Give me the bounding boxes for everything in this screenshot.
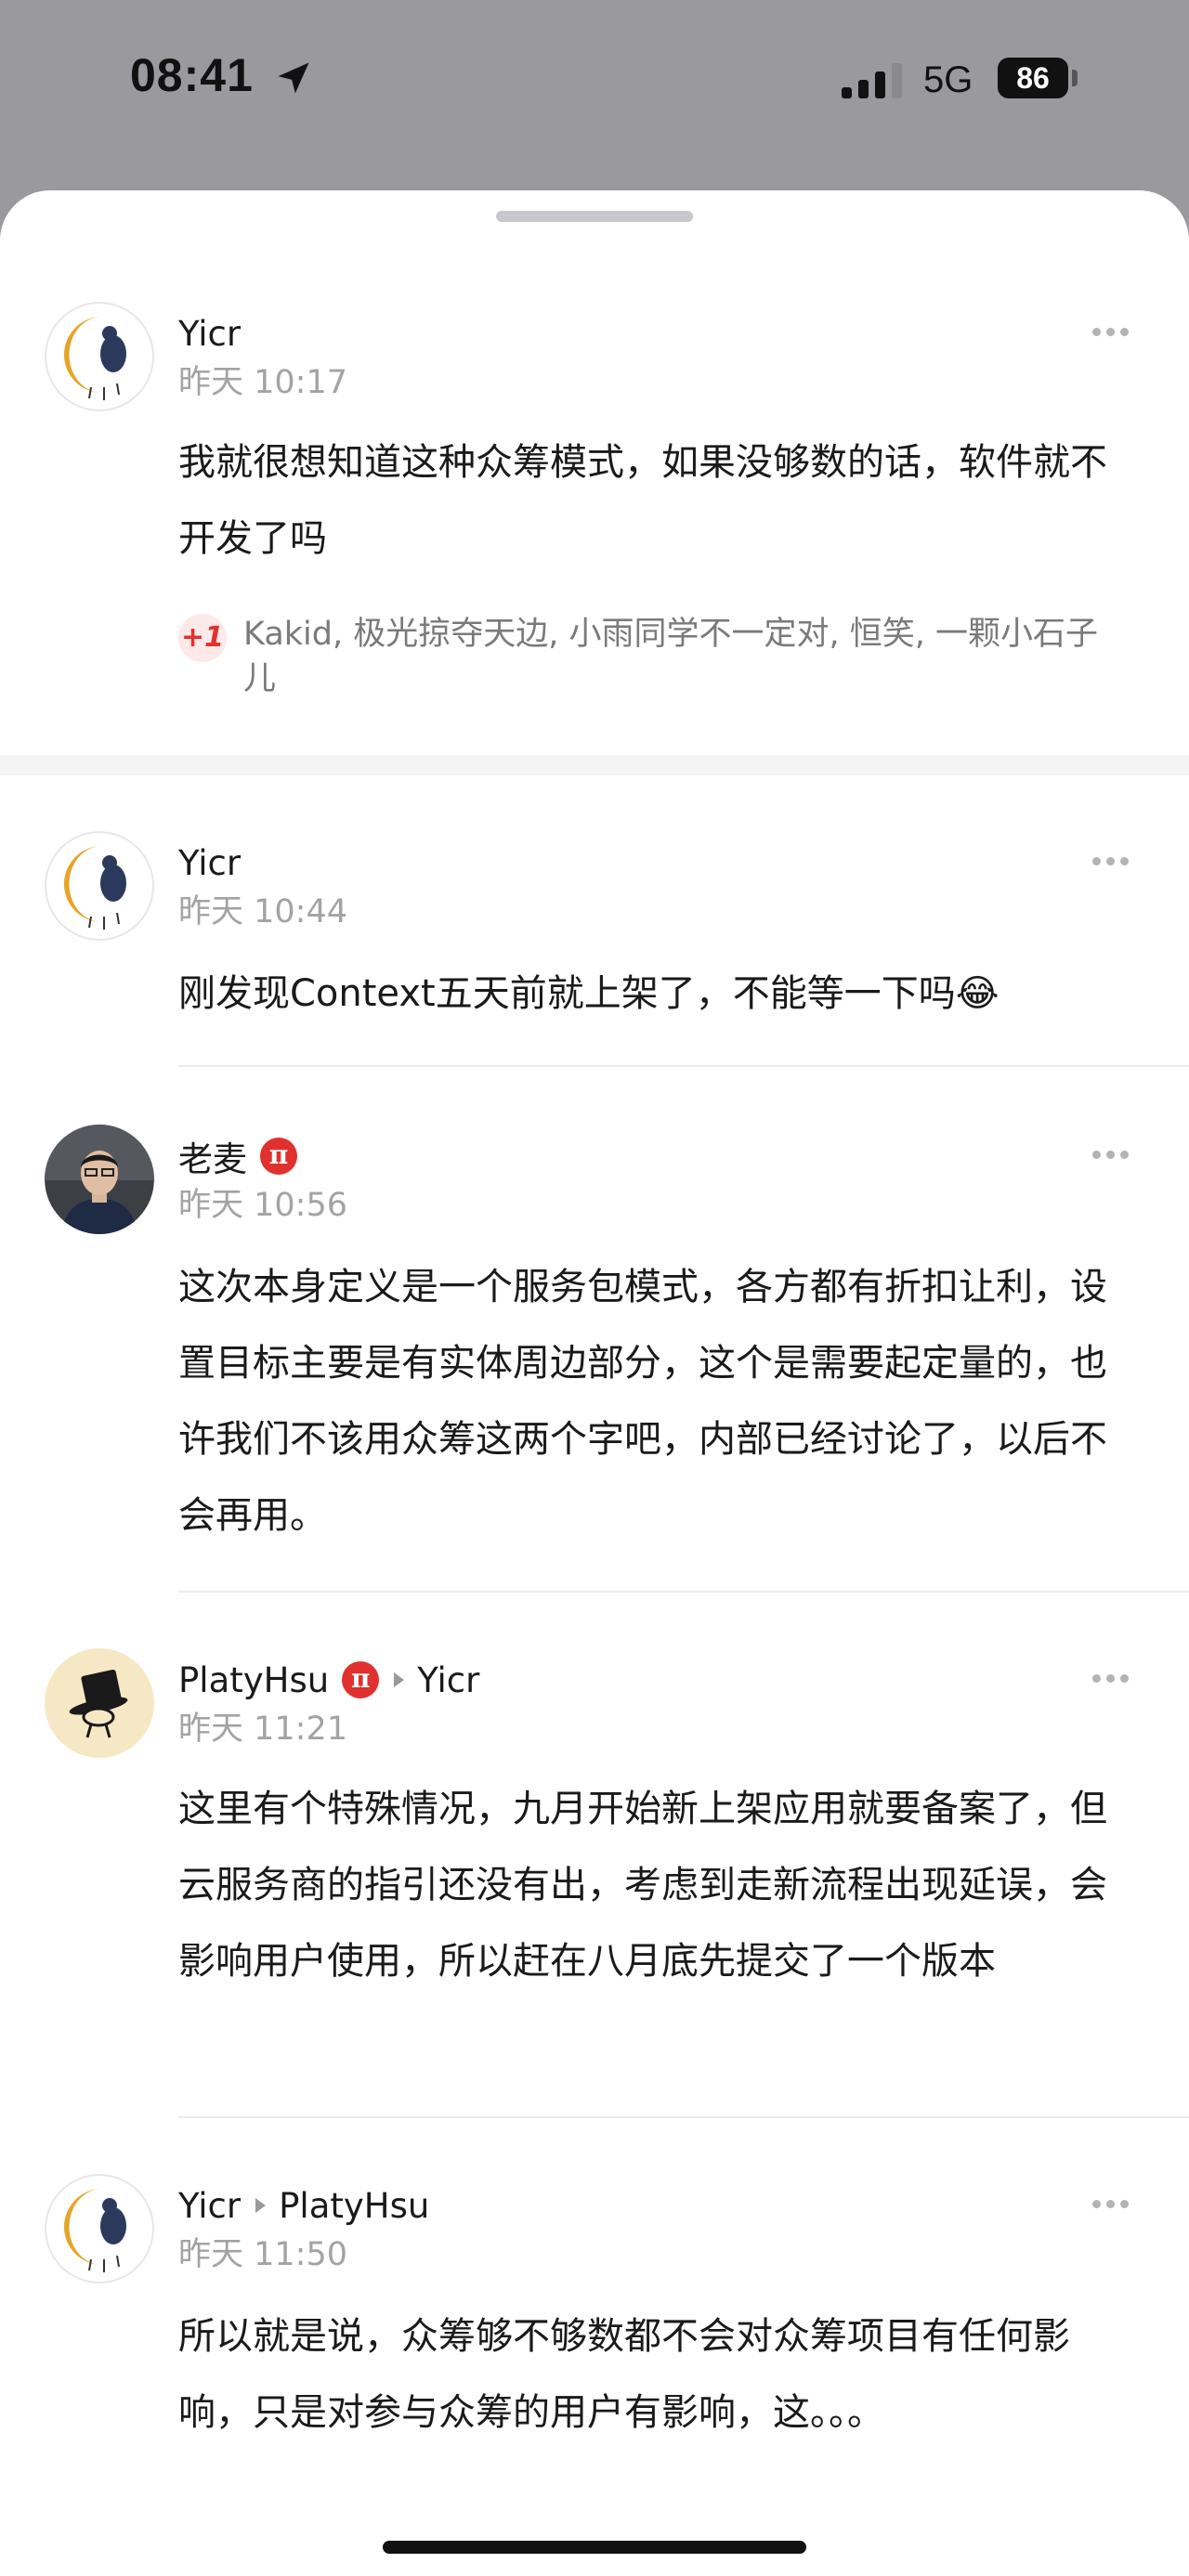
comment-text: 这次本身定义是一个服务包模式，各方都有折扣让利，设置目标主要是有实体周边部分，这… [178, 1266, 1107, 1537]
author-row: Yicr [178, 840, 241, 885]
author-name[interactable]: Yicr [178, 314, 241, 354]
location-arrow-icon [278, 62, 309, 94]
comments-sheet[interactable]: Yicr 昨天 10:17 我就很想知道这种众筹模式，如果没够数的话，软件就不开… [0, 190, 1189, 2576]
avatar[interactable] [45, 1125, 154, 1234]
avatar-yicr-icon [45, 2174, 154, 2283]
avatar-yicr-icon [45, 302, 154, 411]
reply-arrow-icon [394, 1672, 405, 1687]
author-row: 老麦 π [178, 1131, 297, 1181]
author-name[interactable]: 老麦 [178, 1131, 247, 1181]
author-row: Yicr [178, 311, 241, 356]
home-indicator[interactable] [383, 2541, 806, 2554]
status-time: 08:41 [130, 49, 254, 101]
divider [178, 2116, 1189, 2118]
comment-text: 这里有个特殊情况，九月开始新上架应用就要备案了，但云服务商的指引还没有出，考虑到… [178, 1788, 1107, 1983]
comment-timestamp: 昨天 10:44 [178, 893, 347, 930]
avatar[interactable] [45, 2174, 154, 2283]
divider [178, 1065, 1189, 1067]
status-bar: 08:41 5G 86 [0, 0, 1189, 163]
likes-list[interactable]: Kakid, 极光掠夺天边, 小雨同学不一定对, 恒笑, 一颗小石子儿 [243, 612, 1117, 701]
avatar[interactable] [45, 831, 154, 941]
section-divider [0, 755, 1189, 775]
author-name[interactable]: PlatyHsu [178, 1660, 329, 1700]
network-type: 5G [923, 59, 973, 100]
author-row: Yicr PlatyHsu [178, 2183, 429, 2228]
avatar-platyhsu-icon [45, 1648, 154, 1758]
comment-timestamp: 昨天 11:50 [178, 2236, 347, 2273]
comment-text: 所以就是说，众筹够不够数都不会对众筹项目有任何影响，只是对参与众筹的用户有影响，… [178, 2315, 1070, 2434]
more-icon[interactable] [1092, 2200, 1130, 2211]
reply-target-name[interactable]: Yicr [417, 1660, 479, 1700]
avatar-laomai-icon [45, 1125, 154, 1234]
member-badge-icon: π [342, 1661, 380, 1698]
more-icon[interactable] [1092, 857, 1130, 868]
divider [178, 1591, 1189, 1593]
more-icon[interactable] [1092, 1674, 1130, 1685]
member-badge-icon: π [260, 1138, 297, 1175]
avatar[interactable] [45, 302, 154, 411]
comment-timestamp: 昨天 11:21 [178, 1711, 347, 1748]
reply-target-name[interactable]: PlatyHsu [279, 2186, 429, 2226]
author-row: PlatyHsu π Yicr [178, 1658, 479, 1702]
battery-icon: 86 [998, 58, 1068, 98]
author-name[interactable]: Yicr [178, 2186, 241, 2226]
comment-text: 我就很想知道这种众筹模式，如果没够数的话，软件就不开发了吗 [178, 441, 1107, 560]
plus-one-icon[interactable]: +1 [178, 614, 227, 662]
more-icon[interactable] [1092, 1151, 1130, 1162]
comment-timestamp: 昨天 10:56 [178, 1187, 347, 1224]
signal-icon [842, 61, 903, 98]
sheet-grabber[interactable] [496, 211, 693, 222]
comment-timestamp: 昨天 10:17 [178, 364, 347, 401]
avatar-yicr-icon [45, 831, 154, 941]
avatar[interactable] [45, 1648, 154, 1758]
comment-text: 刚发现Context五天前就上架了，不能等一下吗😂 [178, 972, 1000, 1015]
reply-arrow-icon [255, 2198, 267, 2213]
author-name[interactable]: Yicr [178, 843, 241, 883]
battery-tip [1072, 70, 1078, 86]
more-icon[interactable] [1092, 328, 1130, 339]
